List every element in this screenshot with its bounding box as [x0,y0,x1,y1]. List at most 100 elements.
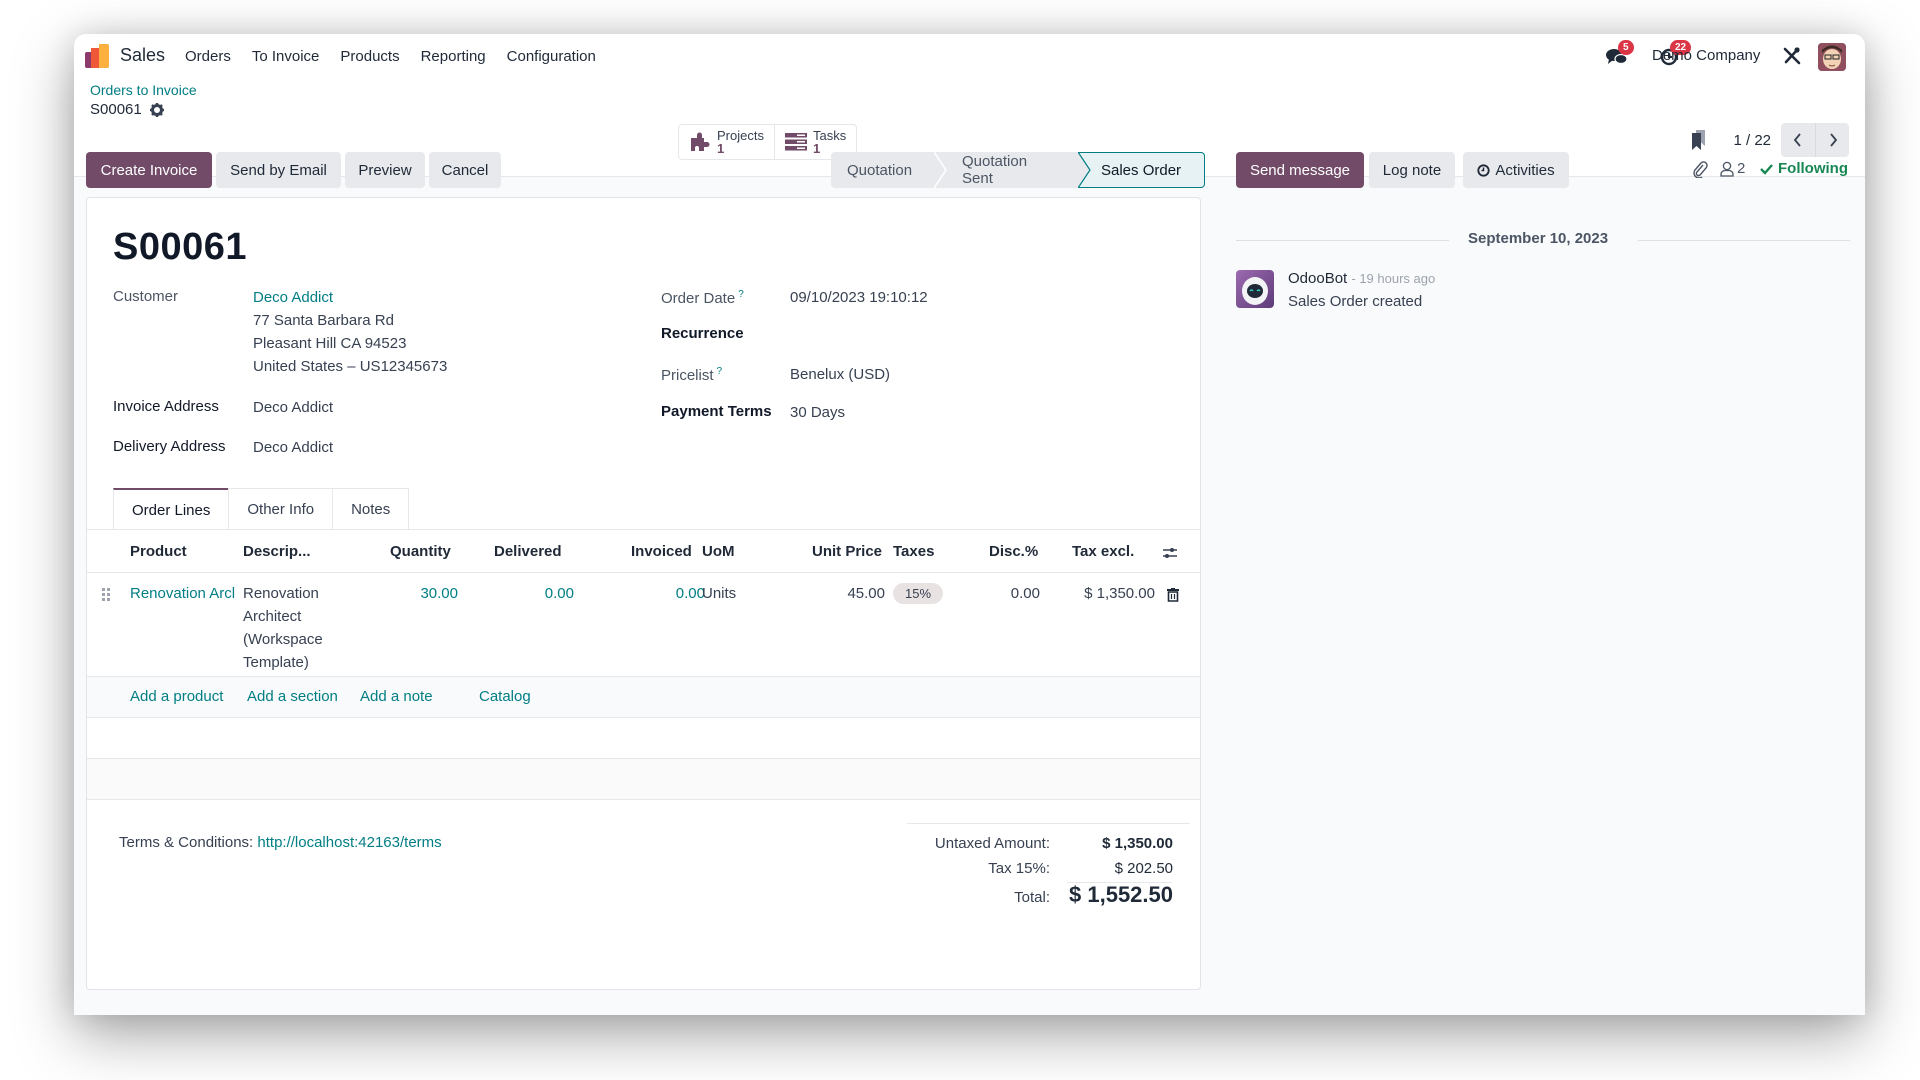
form-sheet: S00061 Customer Deco Addict 77 Santa Bar… [86,197,1201,990]
column-taxes[interactable]: Taxes [893,543,934,560]
column-subtotal[interactable]: Tax excl. [1072,543,1134,560]
untaxed-amount-label: Untaxed Amount: [934,835,1050,852]
terms-link[interactable]: http://localhost:42163/terms [257,834,441,851]
stage-quotation[interactable]: Quotation [831,152,947,188]
order-date-field[interactable]: 09/10/2023 19:10:12 [790,289,928,306]
menu-configuration[interactable]: Configuration [507,48,596,65]
line-description-4[interactable]: Template) [243,654,309,671]
date-separator-text: September 10, 2023 [1468,230,1609,247]
trash-icon[interactable] [1167,588,1179,602]
tab-other-info[interactable]: Other Info [228,488,334,530]
column-discount[interactable]: Disc.% [989,543,1038,560]
company-switcher[interactable]: Demo Company [1652,47,1760,64]
add-section-link[interactable]: Add a section [247,688,338,705]
cancel-button[interactable]: Cancel [429,152,501,188]
bookmark-icon[interactable] [1689,129,1711,151]
column-description[interactable]: Descrip... [243,543,311,560]
messages-badge: 5 [1618,40,1634,55]
pricelist-help-icon[interactable]: ? [717,366,723,377]
sales-app-logo-icon[interactable] [85,44,111,68]
stage-quotation-sent[interactable]: Quotation Sent [938,152,1079,188]
line-quantity[interactable]: 30.00 [420,585,458,602]
drag-handle-icon[interactable] [102,588,110,602]
tax-label: Tax 15%: [988,860,1050,877]
user-avatar[interactable] [1818,43,1846,71]
invoice-address-field[interactable]: Deco Addict [253,399,333,416]
app-name[interactable]: Sales [120,45,165,66]
line-description-2[interactable]: Architect [243,608,301,625]
message-header: OdooBot - 19 hours ago [1288,270,1435,287]
pricelist-label-text: Pricelist [661,367,714,384]
create-invoice-button[interactable]: Create Invoice [86,152,212,188]
column-unit-price[interactable]: Unit Price [812,543,882,560]
header-divider [87,572,1200,573]
menu-reporting[interactable]: Reporting [421,48,486,65]
activities-button[interactable]: Activities [1463,152,1569,188]
empty-row [87,759,1200,800]
follower-user-icon [1720,161,1734,177]
chevron-right-icon [1829,133,1837,147]
column-invoiced[interactable]: Invoiced [631,543,692,560]
send-by-email-button[interactable]: Send by Email [216,152,341,188]
line-unit-price[interactable]: 45.00 [847,585,885,602]
delivery-address-field[interactable]: Deco Addict [253,439,333,456]
column-delivered[interactable]: Delivered [494,543,562,560]
tools-icon [1783,47,1801,65]
total-label: Total: [1014,889,1050,906]
projects-smart-button[interactable]: Projects 1 [679,125,775,159]
add-product-link[interactable]: Add a product [130,688,223,705]
message-author[interactable]: OdooBot [1288,270,1347,287]
debug-tools-button[interactable] [1782,46,1802,71]
send-message-button[interactable]: Send message [1236,152,1364,188]
line-uom[interactable]: Units [702,585,736,602]
line-product[interactable]: Renovation Arcl [130,585,242,602]
menu-orders[interactable]: Orders [185,48,231,65]
paperclip-icon[interactable] [1692,160,1708,178]
order-date-label-text: Order Date [661,290,736,307]
customer-field[interactable]: Deco Addict [253,289,333,306]
pager-previous-button[interactable] [1781,123,1815,157]
clock-icon [1477,163,1491,177]
line-description-3[interactable]: (Workspace [243,631,323,648]
odoo-window: Sales Orders To Invoice Products Reporti… [74,34,1865,1015]
pricelist-field[interactable]: Benelux (USD) [790,366,890,383]
messaging-menu[interactable]: 5 [1606,40,1634,72]
stage-sales-order[interactable]: Sales Order [1078,152,1205,188]
projects-count: 1 [717,141,725,156]
menu-products[interactable]: Products [340,48,399,65]
log-note-button[interactable]: Log note [1369,152,1455,188]
line-description-1[interactable]: Renovation [243,585,319,602]
preview-button[interactable]: Preview [345,152,425,188]
column-product[interactable]: Product [130,543,187,560]
optional-columns-toggle-icon[interactable] [1162,546,1178,560]
odoobot-avatar[interactable] [1236,270,1274,308]
breadcrumb-orders-to-invoice[interactable]: Orders to Invoice [90,82,197,98]
payment-terms-field[interactable]: 30 Days [790,404,845,421]
menu-to-invoice[interactable]: To Invoice [252,48,320,65]
order-date-help-icon[interactable]: ? [738,289,744,300]
pager-next-button[interactable] [1815,123,1849,157]
column-uom[interactable]: UoM [702,543,735,560]
tab-order-lines[interactable]: Order Lines [113,488,230,530]
line-delivered[interactable]: 0.00 [545,585,574,602]
line-invoiced[interactable]: 0.00 [676,585,705,602]
message-body: Sales Order created [1288,293,1423,310]
gear-icon[interactable] [149,102,164,117]
stage-quotation-label: Quotation [847,161,913,179]
pager-value[interactable]: 1 / 22 [1733,132,1771,149]
column-quantity[interactable]: Quantity [390,543,451,560]
tab-notes[interactable]: Notes [332,488,410,530]
pager: 1 / 22 [1689,123,1849,157]
add-note-link[interactable]: Add a note [360,688,433,705]
tab-divider [87,529,1200,530]
line-tax-tag[interactable]: 15% [893,583,944,604]
main-menu: Orders To Invoice Products Reporting Con… [185,48,617,65]
terms-and-conditions: Terms & Conditions: http://localhost:421… [119,834,442,851]
empty-row [87,718,1200,759]
following-button[interactable]: Following [1760,160,1848,177]
line-discount[interactable]: 0.00 [1011,585,1040,602]
catalog-link[interactable]: Catalog [479,688,531,705]
pricelist-label: Pricelist? [661,366,722,384]
add-line-row: Add a product Add a section Add a note C… [87,676,1200,718]
followers-button[interactable]: 2 [1720,160,1745,177]
